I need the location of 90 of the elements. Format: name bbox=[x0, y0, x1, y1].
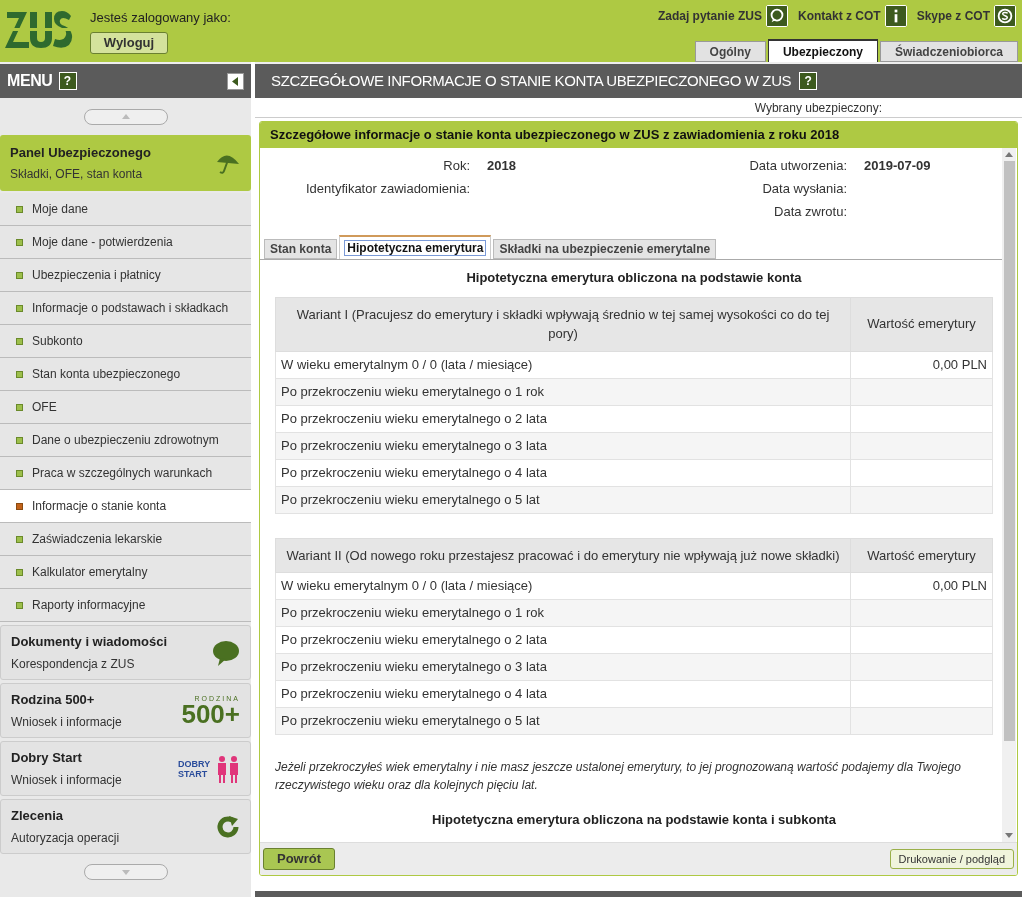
up-arrow-icon bbox=[121, 114, 130, 119]
chat-bubble-icon bbox=[765, 5, 788, 27]
table-cell: Po przekroczeniu wieku emerytalnego o 3 lata bbox=[275, 653, 851, 681]
collapse-icon[interactable] bbox=[227, 72, 244, 90]
scrollbar-thumb[interactable] bbox=[1003, 161, 1015, 741]
table-cell: Po przekroczeniu wieku emerytalnego o 5 lat bbox=[275, 707, 851, 735]
bullet-icon bbox=[16, 403, 23, 411]
down-arrow-icon[interactable] bbox=[1005, 833, 1013, 838]
table-cell: Po przekroczeniu wieku emerytalnego o 3 lata bbox=[275, 432, 851, 459]
section-heading: Hipotetyczna emerytura obliczona na podstawie konta bbox=[466, 269, 802, 287]
section-title: Dobry Start bbox=[11, 748, 83, 767]
down-arrow-icon bbox=[121, 869, 130, 875]
info-value: 2019-07-09 bbox=[864, 157, 931, 173]
header-tab[interactable]: Ubezpieczony bbox=[767, 39, 878, 62]
table-cell: W wieku emerytalnym 0 / 0 (lata / miesiące) bbox=[275, 351, 851, 378]
menu-section[interactable]: Dobry Start Wniosek i informacje DOBRY START bbox=[0, 741, 251, 796]
bullet-icon bbox=[16, 238, 23, 246]
table-cell: Po przekroczeniu wieku emerytalnego o 1 rok bbox=[275, 378, 851, 405]
help-icon[interactable]: ? bbox=[799, 72, 818, 90]
up-arrow-icon[interactable] bbox=[1005, 152, 1013, 157]
scroll-down-button[interactable] bbox=[83, 864, 168, 880]
dobry-start-logo: DOBRY START bbox=[178, 753, 240, 784]
page-title: SZCZEGÓŁOWE INFORMACJE O STANIE KONTA UBEZPIECZONEGO W ZUS bbox=[271, 70, 792, 91]
info-label: Data utworzenia: bbox=[748, 157, 847, 173]
panel-title: Panel Ubezpieczonego bbox=[10, 144, 151, 163]
info-icon bbox=[884, 5, 907, 27]
table-cell: Po przekroczeniu wieku emerytalnego o 2 lata bbox=[275, 626, 851, 654]
section-title: Zlecenia bbox=[11, 806, 65, 825]
scroll-up-button[interactable] bbox=[83, 108, 168, 125]
print-button[interactable]: Drukowanie / podgląd bbox=[889, 849, 1014, 869]
table-cell: 0,00 PLN bbox=[850, 351, 993, 378]
table-cell: Po przekroczeniu wieku emerytalnego o 1 rok bbox=[275, 599, 851, 627]
bullet-icon bbox=[16, 436, 23, 444]
selected-insured-label: Wybrany ubezpieczony: bbox=[754, 99, 882, 117]
menu-section[interactable]: Zlecenia Autoryzacja operacji bbox=[0, 799, 251, 854]
bullet-icon bbox=[16, 568, 23, 576]
content-tab[interactable]: Składki na ubezpieczenie emerytalne bbox=[493, 239, 717, 259]
menu-title: MENU bbox=[7, 71, 53, 91]
table-cell: Po przekroczeniu wieku emerytalnego o 2 lata bbox=[275, 405, 851, 432]
section-subtitle: Korespondencja z ZUS bbox=[11, 656, 136, 674]
table-cell: W wieku emerytalnym 0 / 0 (lata / miesiące) bbox=[275, 572, 851, 600]
bullet-icon bbox=[16, 370, 23, 378]
logged-in-label: Jesteś zalogowany jako: bbox=[90, 9, 231, 27]
table-cell: 0,00 PLN bbox=[850, 572, 993, 600]
logout-button[interactable]: Wyloguj bbox=[90, 31, 168, 54]
speech-bubble-icon bbox=[212, 639, 240, 666]
section-title: Dokumenty i wiadomości bbox=[11, 632, 168, 651]
zus-logo bbox=[5, 8, 73, 50]
section-subtitle: Wniosek i informacje bbox=[11, 714, 122, 732]
info-label: Data wysłania: bbox=[761, 180, 847, 196]
content-tab[interactable]: Hipotetyczna emerytura bbox=[339, 235, 492, 259]
refresh-icon bbox=[216, 814, 240, 839]
panel-subtitle: Składki, OFE, stan konta bbox=[10, 165, 144, 183]
content-tab[interactable]: Stan konta bbox=[264, 239, 338, 259]
back-button[interactable]: Powrót bbox=[263, 848, 335, 870]
header-tab[interactable]: Ogólny bbox=[694, 41, 766, 62]
bullet-icon bbox=[16, 535, 23, 543]
bullet-icon bbox=[16, 469, 23, 477]
table-cell: Po przekroczeniu wieku emerytalnego o 4 lata bbox=[275, 459, 851, 486]
info-label: Identyfikator zawiadomienia: bbox=[304, 180, 470, 196]
info-value: 2018 bbox=[487, 157, 516, 173]
table-cell: Po przekroczeniu wieku emerytalnego o 5 lat bbox=[275, 486, 851, 513]
section-subtitle: Autoryzacja operacji bbox=[11, 830, 120, 848]
column-header: Wariant I (Pracujesz do emerytury i składki wpływają średnio w tej samej wysokości co do tej pory) bbox=[275, 297, 851, 351]
section-title: Rodzina 500+ bbox=[11, 690, 96, 709]
bullet-icon bbox=[16, 304, 23, 312]
info-label: Data zwrotu: bbox=[773, 203, 847, 219]
bullet-icon bbox=[16, 205, 23, 213]
panel-header[interactable]: Panel Ubezpieczonego Składki, OFE, stan konta bbox=[0, 135, 251, 191]
bullet-icon bbox=[16, 271, 23, 279]
bullet-icon bbox=[16, 601, 23, 609]
column-header: Wartość emerytury bbox=[850, 538, 993, 573]
bullet-icon bbox=[16, 502, 23, 510]
bullet-icon bbox=[16, 337, 23, 345]
menu-item[interactable]: Informacje o stanie konta bbox=[0, 490, 251, 523]
info-label: Rok: bbox=[442, 157, 470, 173]
menu-section[interactable]: Dokumenty i wiadomości Korespondencja z ZUS bbox=[0, 625, 251, 680]
header-link[interactable]: Zadaj pytanie ZUS bbox=[657, 7, 762, 25]
panel-heading-text: Szczegółowe informacje o stanie konta ubezpieczonego w ZUS z zawiadomienia z roku 2018 bbox=[270, 126, 840, 145]
table-cell: Po przekroczeniu wieku emerytalnego o 4 lata bbox=[275, 680, 851, 708]
section-heading: Hipotetyczna emerytura obliczona na podstawie konta i subkonta bbox=[432, 811, 836, 829]
header-link[interactable]: Kontakt z COT bbox=[797, 7, 881, 25]
skype-icon bbox=[994, 5, 1016, 27]
header-link[interactable]: Skype z COT bbox=[916, 7, 990, 25]
note-text: Jeżeli przekroczyłeś wiek emerytalny i nie masz jeszcze ustalonej emerytury, to jej prognozowaną wartość podajemy dla Twojego rzeczywistego wieku oraz dla kolejnych pięciu lat. bbox=[275, 759, 962, 794]
column-header: Wariant II (Od nowego roku przestajesz pracować i do emerytury nie wpływają już nowe składki) bbox=[275, 538, 851, 573]
help-icon[interactable]: ? bbox=[58, 72, 77, 90]
header-tab[interactable]: Świadczeniobiorca bbox=[879, 41, 1018, 62]
column-header: Wartość emerytury bbox=[850, 297, 993, 351]
section-subtitle: Wniosek i informacje bbox=[11, 772, 122, 790]
